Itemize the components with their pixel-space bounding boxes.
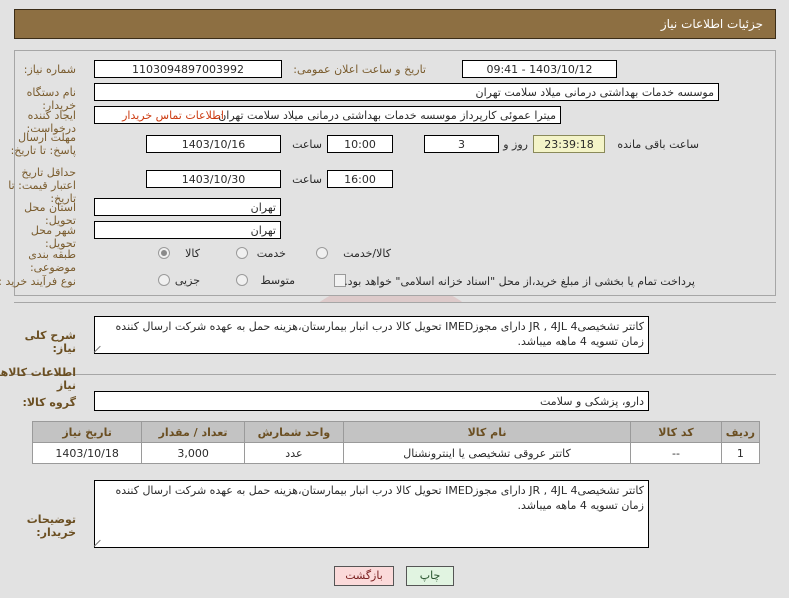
cell-row-number: 1 (720, 442, 761, 464)
reply-deadline-label: مهلت ارسال پاسخ: تا تاریخ: (10, 131, 76, 157)
purchase-type-label: نوع فرآیند خرید : (0, 275, 76, 288)
subject-class-label: طبقه بندی موضوعی: (28, 248, 76, 274)
province-input[interactable] (94, 198, 281, 216)
radio-subject-goods-service[interactable] (316, 247, 328, 259)
city-label: شهر محل تحویل: (30, 224, 76, 250)
description-label: شرح کلی نیاز: (24, 329, 76, 355)
announce-date-input[interactable] (462, 60, 617, 78)
buyer-contact-link[interactable]: اطلاعات تماس خریدار (122, 109, 224, 122)
reply-deadline-date-input[interactable] (146, 135, 281, 153)
reply-deadline-hour-input[interactable] (327, 135, 393, 153)
radio-subject-goods-label: کالا (185, 247, 200, 260)
description-textarea[interactable]: کاتتر تشخیصی4 JR , 4JL دارای مجوزIMED تح… (94, 316, 649, 354)
price-validity-hour-label: ساعت (292, 173, 322, 186)
col-unit: واحد شمارش (243, 421, 344, 443)
reply-deadline-hour-label: ساعت (292, 138, 322, 151)
back-button[interactable]: بازگشت (334, 566, 394, 586)
page-root: iranTender.net جزئیات اطلاعات نیاز شماره… (0, 0, 789, 598)
items-table: ردیف کد کالا نام کالا واحد شمارش تعداد /… (31, 421, 761, 464)
price-validity-date-input[interactable] (146, 170, 281, 188)
radio-purchase-minor[interactable] (158, 274, 170, 286)
col-quantity: تعداد / مقدار (141, 421, 245, 443)
countdown-timer-input[interactable] (533, 135, 605, 153)
cell-need-date: 1403/10/18 (31, 442, 143, 464)
remaining-days-unit-label: روز و (503, 138, 528, 151)
treasury-bonds-checkbox-label: پرداخت تمام یا بخشی از مبلغ خرید،از محل … (344, 275, 695, 288)
goods-group-input[interactable] (94, 391, 649, 411)
cell-item-name: کاتتر عروقی تشخیصی یا اینترونشنال (342, 442, 632, 464)
table-header-row: ردیف کد کالا نام کالا واحد شمارش تعداد /… (31, 421, 761, 443)
cell-item-code: -- (630, 442, 722, 464)
col-item-name: نام کالا (342, 421, 632, 443)
radio-subject-goods-service-label: کالا/خدمت (343, 247, 391, 260)
page-title: جزئیات اطلاعات نیاز (14, 9, 776, 39)
cell-unit: عدد (243, 442, 344, 464)
remaining-days-input[interactable] (424, 135, 499, 153)
city-input[interactable] (94, 221, 281, 239)
price-validity-hour-input[interactable] (327, 170, 393, 188)
print-button[interactable]: چاپ (406, 566, 454, 586)
announce-date-label: تاریخ و ساعت اعلان عمومی: (293, 63, 426, 76)
countdown-suffix-label: ساعت باقی مانده (617, 138, 699, 151)
goods-group-label: گروه کالا: (22, 396, 76, 409)
radio-purchase-minor-label: جزیی (174, 274, 200, 287)
need-number-input[interactable] (94, 60, 282, 78)
col-item-code: کد کالا (630, 421, 722, 443)
price-validity-label: حداقل تاریخ اعتبار قیمت: تا تاریخ: (8, 166, 76, 205)
radio-subject-service-label: خدمت (256, 247, 286, 260)
buyer-notes-label: توضیحات خریدار: (26, 513, 76, 539)
items-heading: اطلاعات کالاهای مورد نیاز (0, 366, 76, 392)
table-row: 1 -- کاتتر عروقی تشخیصی یا اینترونشنال ع… (31, 442, 761, 464)
radio-subject-service[interactable] (236, 247, 248, 259)
col-row-number: ردیف (720, 421, 761, 443)
radio-purchase-medium-label: متوسط (260, 274, 295, 287)
buyer-org-input[interactable] (94, 83, 719, 101)
need-number-label: شماره نیاز: (23, 63, 76, 76)
cell-quantity: 3,000 (141, 442, 245, 464)
radio-purchase-medium[interactable] (236, 274, 248, 286)
radio-subject-goods[interactable] (158, 247, 170, 259)
buyer-notes-textarea[interactable]: کاتتر تشخیصی4 JR , 4JL دارای مجوزIMED تح… (94, 480, 649, 548)
col-need-date: تاریخ نیاز (31, 421, 143, 443)
